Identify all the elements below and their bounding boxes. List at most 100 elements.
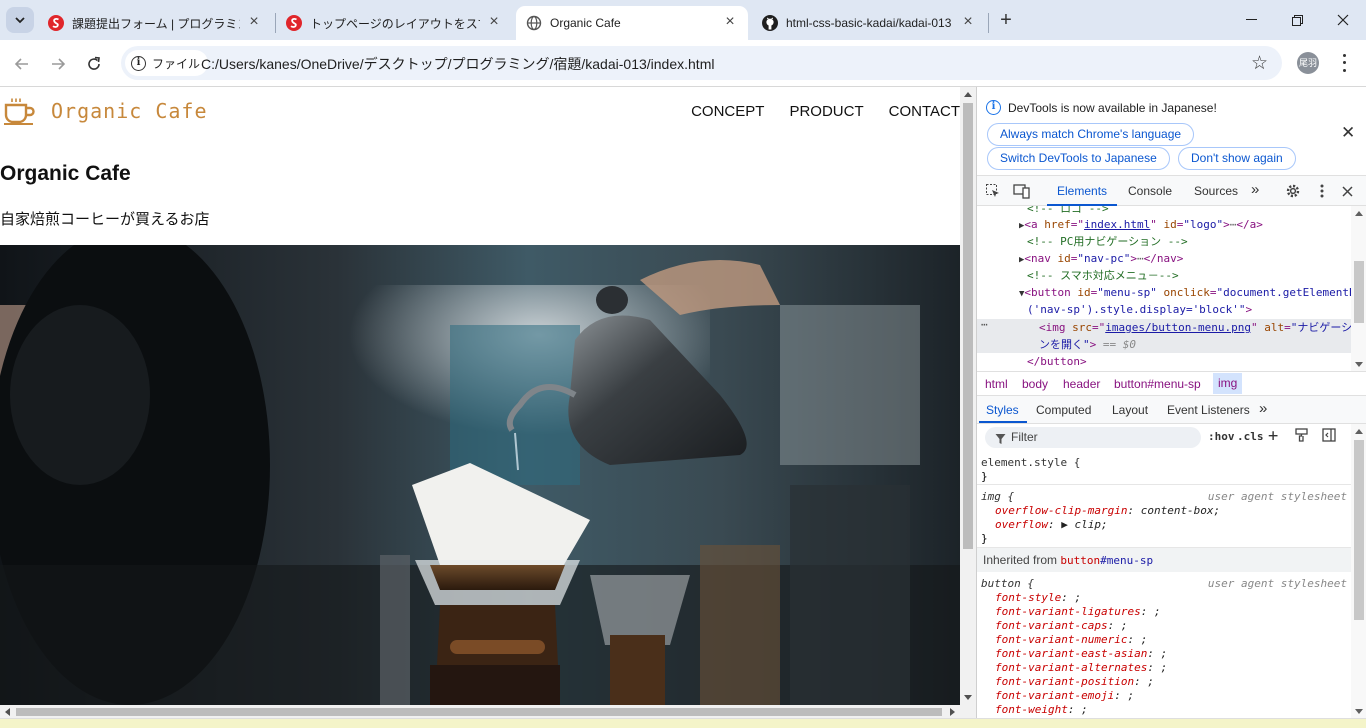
toggle-sidebar-icon[interactable] xyxy=(1322,428,1336,445)
page-horizontal-scrollbar[interactable] xyxy=(0,705,960,718)
tab-styles[interactable]: Styles xyxy=(986,403,1019,417)
browser-menu-button[interactable] xyxy=(1336,52,1352,74)
bookmark-star-icon[interactable]: ☆ xyxy=(1251,52,1268,75)
attr-link[interactable]: index.html xyxy=(1084,218,1150,231)
back-button[interactable] xyxy=(8,50,36,78)
url-text[interactable]: C:/Users/kanes/OneDrive/デスクトップ/プログラミング/宿… xyxy=(201,54,714,74)
breadcrumb-body[interactable]: body xyxy=(1022,377,1048,391)
css-declaration[interactable]: font-style: ; xyxy=(981,591,1351,605)
tab-kadai-form[interactable]: 課題提出フォーム | プログラミング学 × xyxy=(38,6,272,40)
breadcrumb-button-menu-sp[interactable]: button#menu-sp xyxy=(1114,377,1201,391)
device-toolbar-icon[interactable] xyxy=(1012,182,1030,200)
minimize-icon xyxy=(1245,19,1257,20)
scroll-right-arrow[interactable] xyxy=(950,708,955,716)
css-value: ▶ clip; xyxy=(1061,518,1108,531)
forward-button[interactable] xyxy=(44,50,72,78)
css-declaration[interactable]: font-variant-emoji: ; xyxy=(981,689,1351,703)
dom-node-img-selected[interactable]: <img src="images/button-menu.png" alt="ナ… xyxy=(1039,319,1363,336)
css-declaration[interactable]: overflow-clip-margin: content-box; xyxy=(981,504,1351,518)
nav-item-product[interactable]: PRODUCT xyxy=(789,103,863,120)
css-declaration[interactable]: font-variant-caps: ; xyxy=(981,619,1351,633)
address-bar[interactable]: i ファイル C:/Users/kanes/OneDrive/デスクトップ/プロ… xyxy=(121,46,1282,80)
more-tabs-chevron-icon[interactable]: » xyxy=(1251,181,1259,198)
tab-github-kadai[interactable]: html-css-basic-kadai/kadai-013 × xyxy=(752,6,986,40)
inspect-element-icon[interactable] xyxy=(984,182,1002,200)
scroll-thumb[interactable] xyxy=(1354,440,1364,620)
css-property: font-variant-alternates xyxy=(995,661,1148,674)
tab-elements[interactable]: Elements xyxy=(1057,184,1107,198)
scroll-thumb[interactable] xyxy=(963,103,973,549)
css-declaration[interactable]: font-variant-alternates: ; xyxy=(981,661,1351,675)
tab-console[interactable]: Console xyxy=(1128,184,1172,198)
rule-button-user-agent[interactable]: button { user agent stylesheet font-styl… xyxy=(977,572,1351,718)
scroll-up-arrow[interactable] xyxy=(1355,211,1363,216)
site-logo[interactable]: Organic Cafe xyxy=(3,97,208,125)
css-declaration[interactable]: overflow: ▶ clip; xyxy=(981,518,1351,532)
scroll-thumb[interactable] xyxy=(1354,261,1364,323)
hover-state-toggle[interactable]: :hov xyxy=(1208,430,1235,443)
breadcrumb-img[interactable]: img xyxy=(1213,373,1243,394)
node-actions-ellipsis[interactable]: ⋯ xyxy=(981,316,988,333)
page-vertical-scrollbar[interactable] xyxy=(960,87,976,705)
close-icon[interactable]: × xyxy=(486,14,502,31)
close-devtools-icon[interactable] xyxy=(1338,182,1356,200)
scroll-down-arrow[interactable] xyxy=(1355,362,1363,367)
nav-item-contact[interactable]: CONTACT xyxy=(889,103,960,120)
new-rule-plus-icon[interactable]: + xyxy=(1268,426,1278,446)
inherited-from-header: Inherited from button#menu-sp xyxy=(977,548,1351,572)
close-window-button[interactable] xyxy=(1320,0,1366,40)
breadcrumb-header[interactable]: header xyxy=(1063,377,1100,391)
tab-title: トップページのレイアウトをスマートフォ xyxy=(310,16,480,31)
attr-name: onclick xyxy=(1163,286,1210,299)
css-property: font-variant-position xyxy=(995,675,1135,688)
css-declaration[interactable]: font-variant-position: ; xyxy=(981,675,1351,689)
paint-brush-icon[interactable] xyxy=(1295,428,1308,445)
elements-scrollbar[interactable] xyxy=(1351,206,1366,371)
css-declaration[interactable]: font-weight: ; xyxy=(981,703,1351,717)
styles-filter-input[interactable]: Filter xyxy=(985,427,1201,448)
tab-layout[interactable]: Layout xyxy=(1112,403,1148,417)
scroll-down-arrow[interactable] xyxy=(1355,709,1363,714)
scroll-down-arrow[interactable] xyxy=(964,695,972,700)
more-tabs-chevron-icon[interactable]: » xyxy=(1259,400,1267,417)
restore-button[interactable] xyxy=(1274,0,1320,40)
tab-computed[interactable]: Computed xyxy=(1036,403,1091,417)
breadcrumb-html[interactable]: html xyxy=(985,377,1008,391)
new-tab-button[interactable]: + xyxy=(994,9,1018,33)
profile-avatar[interactable]: 尾羽 xyxy=(1297,52,1319,74)
minimize-button[interactable] xyxy=(1228,0,1274,40)
css-declaration[interactable]: font-variant-east-asian: ; xyxy=(981,647,1351,661)
css-declaration[interactable]: font-variant-numeric: ; xyxy=(981,633,1351,647)
site-info-chip[interactable]: i ファイル xyxy=(125,50,209,76)
settings-gear-icon[interactable] xyxy=(1284,182,1302,200)
always-match-language-button[interactable]: Always match Chrome's language xyxy=(987,123,1195,146)
close-icon[interactable]: ✕ xyxy=(1341,123,1355,143)
class-toggle[interactable]: .cls xyxy=(1237,430,1264,443)
tab-organic-cafe[interactable]: Organic Cafe × xyxy=(516,6,748,40)
dont-show-again-button[interactable]: Don't show again xyxy=(1178,147,1296,170)
inherited-source-link[interactable]: button#menu-sp xyxy=(1060,554,1153,567)
switch-to-japanese-button[interactable]: Switch DevTools to Japanese xyxy=(987,147,1170,170)
tab-sources[interactable]: Sources xyxy=(1194,184,1238,198)
scroll-up-arrow[interactable] xyxy=(964,92,972,97)
styles-scrollbar[interactable] xyxy=(1351,424,1366,718)
attr-value: ンを開く" xyxy=(1039,338,1090,351)
close-icon[interactable]: × xyxy=(960,14,976,31)
dom-attr-continuation: ンを開く"> == $0 xyxy=(1039,338,1136,351)
rule-img-user-agent[interactable]: img { user agent stylesheet overflow-cli… xyxy=(977,485,1351,548)
closing-tag: </nav> xyxy=(1143,252,1184,265)
rule-element-style[interactable]: element.style { } xyxy=(977,452,1351,485)
close-icon[interactable]: × xyxy=(246,14,262,31)
reload-button[interactable] xyxy=(80,50,108,78)
scroll-left-arrow[interactable] xyxy=(5,708,10,716)
nav-item-concept[interactable]: CONCEPT xyxy=(691,103,764,120)
css-declaration[interactable]: font-variant-ligatures: ; xyxy=(981,605,1351,619)
attr-link[interactable]: images/button-menu.png xyxy=(1105,321,1251,334)
scroll-up-arrow[interactable] xyxy=(1355,429,1363,434)
close-icon[interactable]: × xyxy=(722,14,738,31)
scroll-thumb[interactable] xyxy=(16,708,942,716)
kebab-menu-icon[interactable] xyxy=(1313,182,1331,200)
tab-search-button[interactable] xyxy=(6,7,34,33)
tab-top-page-layout[interactable]: トップページのレイアウトをスマートフォ × xyxy=(276,6,512,40)
tab-event-listeners[interactable]: Event Listeners xyxy=(1167,403,1250,417)
